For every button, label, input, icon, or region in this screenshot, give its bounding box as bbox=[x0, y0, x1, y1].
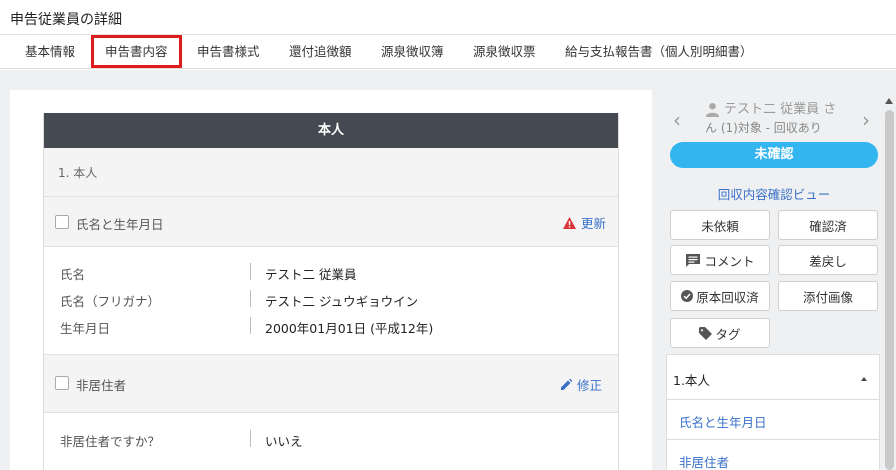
employee-name: テスト二 従業員 さ bbox=[724, 102, 837, 117]
field-row: 非居住者ですか？ いいえ bbox=[44, 429, 618, 449]
accordion-header[interactable]: 1.本人 bbox=[666, 354, 880, 400]
name-birthdate-checkbox[interactable] bbox=[55, 215, 69, 229]
name-birthdate-fields: 氏名 テスト二 従業員 氏名（フリガナ） テスト二 ジュウギョウイン 生年月日 … bbox=[44, 247, 618, 355]
attached-image-label: 添付画像 bbox=[802, 289, 853, 305]
tab-salary-report[interactable]: 給与支払報告書（個人別明細書） bbox=[565, 35, 753, 68]
person-icon bbox=[705, 102, 720, 117]
next-employee-icon[interactable]: › bbox=[862, 108, 870, 132]
field-divider bbox=[250, 290, 251, 307]
field-value: 2000年01月01日 (平成12年) bbox=[265, 321, 434, 336]
field-value: いいえ bbox=[265, 434, 303, 449]
field-divider bbox=[250, 317, 251, 334]
field-divider bbox=[250, 263, 251, 280]
group-name-birthdate: 氏名と生年月日 更新 bbox=[44, 197, 618, 247]
field-label: 生年月日 bbox=[60, 321, 111, 336]
tab-basic-info[interactable]: 基本情報 bbox=[25, 35, 75, 68]
comment-button[interactable]: コメント bbox=[670, 245, 770, 275]
edit-link-label: 修正 bbox=[576, 378, 602, 393]
non-resident-checkbox[interactable] bbox=[55, 376, 69, 390]
field-row: 氏名（フリガナ） テスト二 ジュウギョウイン bbox=[44, 289, 618, 309]
scroll-up-icon[interactable] bbox=[885, 98, 893, 104]
tab-withholding-slip[interactable]: 源泉徴収票 bbox=[473, 35, 536, 68]
section-title: 1. 本人 bbox=[44, 148, 618, 197]
accordion-item[interactable]: 非居住者 bbox=[666, 440, 880, 470]
field-value: テスト二 従業員 bbox=[265, 267, 357, 282]
page-title: 申告従業員の詳細 bbox=[10, 12, 122, 28]
return-button[interactable]: 差戻し bbox=[778, 245, 878, 275]
field-row: 氏名 テスト二 従業員 bbox=[44, 262, 618, 282]
group-label: 氏名と生年月日 bbox=[76, 217, 164, 232]
check-circle-icon bbox=[681, 290, 694, 302]
comment-icon bbox=[686, 254, 701, 267]
edit-link[interactable]: 修正 bbox=[560, 375, 602, 394]
field-label: 氏名（フリガナ） bbox=[60, 294, 161, 309]
confirmed-button[interactable]: 確認済 bbox=[778, 210, 878, 240]
original-collected-button[interactable]: 原本回収済 bbox=[670, 281, 770, 311]
group-label: 非居住者 bbox=[76, 378, 127, 393]
not-requested-label: 未依頼 bbox=[701, 218, 739, 234]
update-link[interactable]: 更新 bbox=[562, 213, 606, 232]
employee-info: テスト二 従業員 さ ん (1)対象 - 回収あり bbox=[705, 100, 855, 138]
accordion-item[interactable]: 氏名と生年月日 bbox=[666, 400, 880, 440]
page-header: 申告従業員の詳細 bbox=[0, 0, 896, 35]
section-title-text: 1. 本人 bbox=[58, 166, 98, 180]
accordion-title: 1.本人 bbox=[673, 373, 710, 388]
tag-label: タグ bbox=[715, 326, 741, 342]
tab-declaration-format[interactable]: 申告書様式 bbox=[197, 35, 260, 68]
non-resident-fields: 非居住者ですか？ いいえ bbox=[44, 413, 618, 470]
tab-bar: 基本情報 申告書内容 申告書様式 還付追徴額 源泉徴収簿 源泉徴収票 給与支払報… bbox=[0, 35, 896, 69]
tag-button[interactable]: タグ bbox=[670, 318, 770, 348]
tag-icon bbox=[699, 326, 713, 340]
warning-icon bbox=[562, 216, 576, 229]
tab-refund-amount[interactable]: 還付追徴額 bbox=[289, 35, 352, 68]
field-divider bbox=[250, 430, 251, 447]
tab-withholding-ledger[interactable]: 源泉徴収簿 bbox=[381, 35, 444, 68]
declaration-form: 本人 1. 本人 氏名と生年月日 更新 氏名 テスト二 従業員 氏名（フリガナ）… bbox=[43, 113, 619, 470]
comment-label: コメント bbox=[704, 253, 755, 269]
confirmed-label: 確認済 bbox=[809, 218, 847, 234]
form-header: 本人 bbox=[44, 113, 618, 148]
field-value: テスト二 ジュウギョウイン bbox=[265, 294, 419, 309]
group-non-resident: 非居住者 修正 bbox=[44, 355, 618, 413]
not-requested-button[interactable]: 未依頼 bbox=[670, 210, 770, 240]
attached-image-button[interactable]: 添付画像 bbox=[778, 281, 878, 311]
original-collected-label: 原本回収済 bbox=[696, 289, 759, 305]
field-row: 生年月日 2000年01月01日 (平成12年) bbox=[44, 316, 618, 336]
pencil-icon bbox=[560, 379, 572, 390]
field-label: 非居住者ですか？ bbox=[60, 434, 161, 449]
field-label: 氏名 bbox=[60, 267, 86, 282]
sidebar-scrollbar[interactable] bbox=[882, 98, 896, 470]
accordion-item-label: 非居住者 bbox=[679, 455, 730, 470]
update-link-label: 更新 bbox=[580, 216, 606, 231]
return-label: 差戻し bbox=[809, 253, 847, 269]
collection-view-link[interactable]: 回収内容確認ビュー bbox=[670, 184, 878, 203]
tab-declaration-content[interactable]: 申告書内容 bbox=[91, 35, 182, 68]
previous-employee-icon[interactable]: ‹ bbox=[673, 108, 681, 132]
employee-name-row: テスト二 従業員 さ bbox=[705, 100, 855, 119]
caret-up-icon bbox=[861, 377, 867, 381]
accordion-item-label: 氏名と生年月日 bbox=[679, 415, 767, 430]
status-badge[interactable]: 未確認 bbox=[670, 142, 878, 168]
employee-status-text: ん (1)対象 - 回収あり bbox=[705, 121, 822, 135]
scroll-thumb[interactable] bbox=[885, 110, 894, 470]
